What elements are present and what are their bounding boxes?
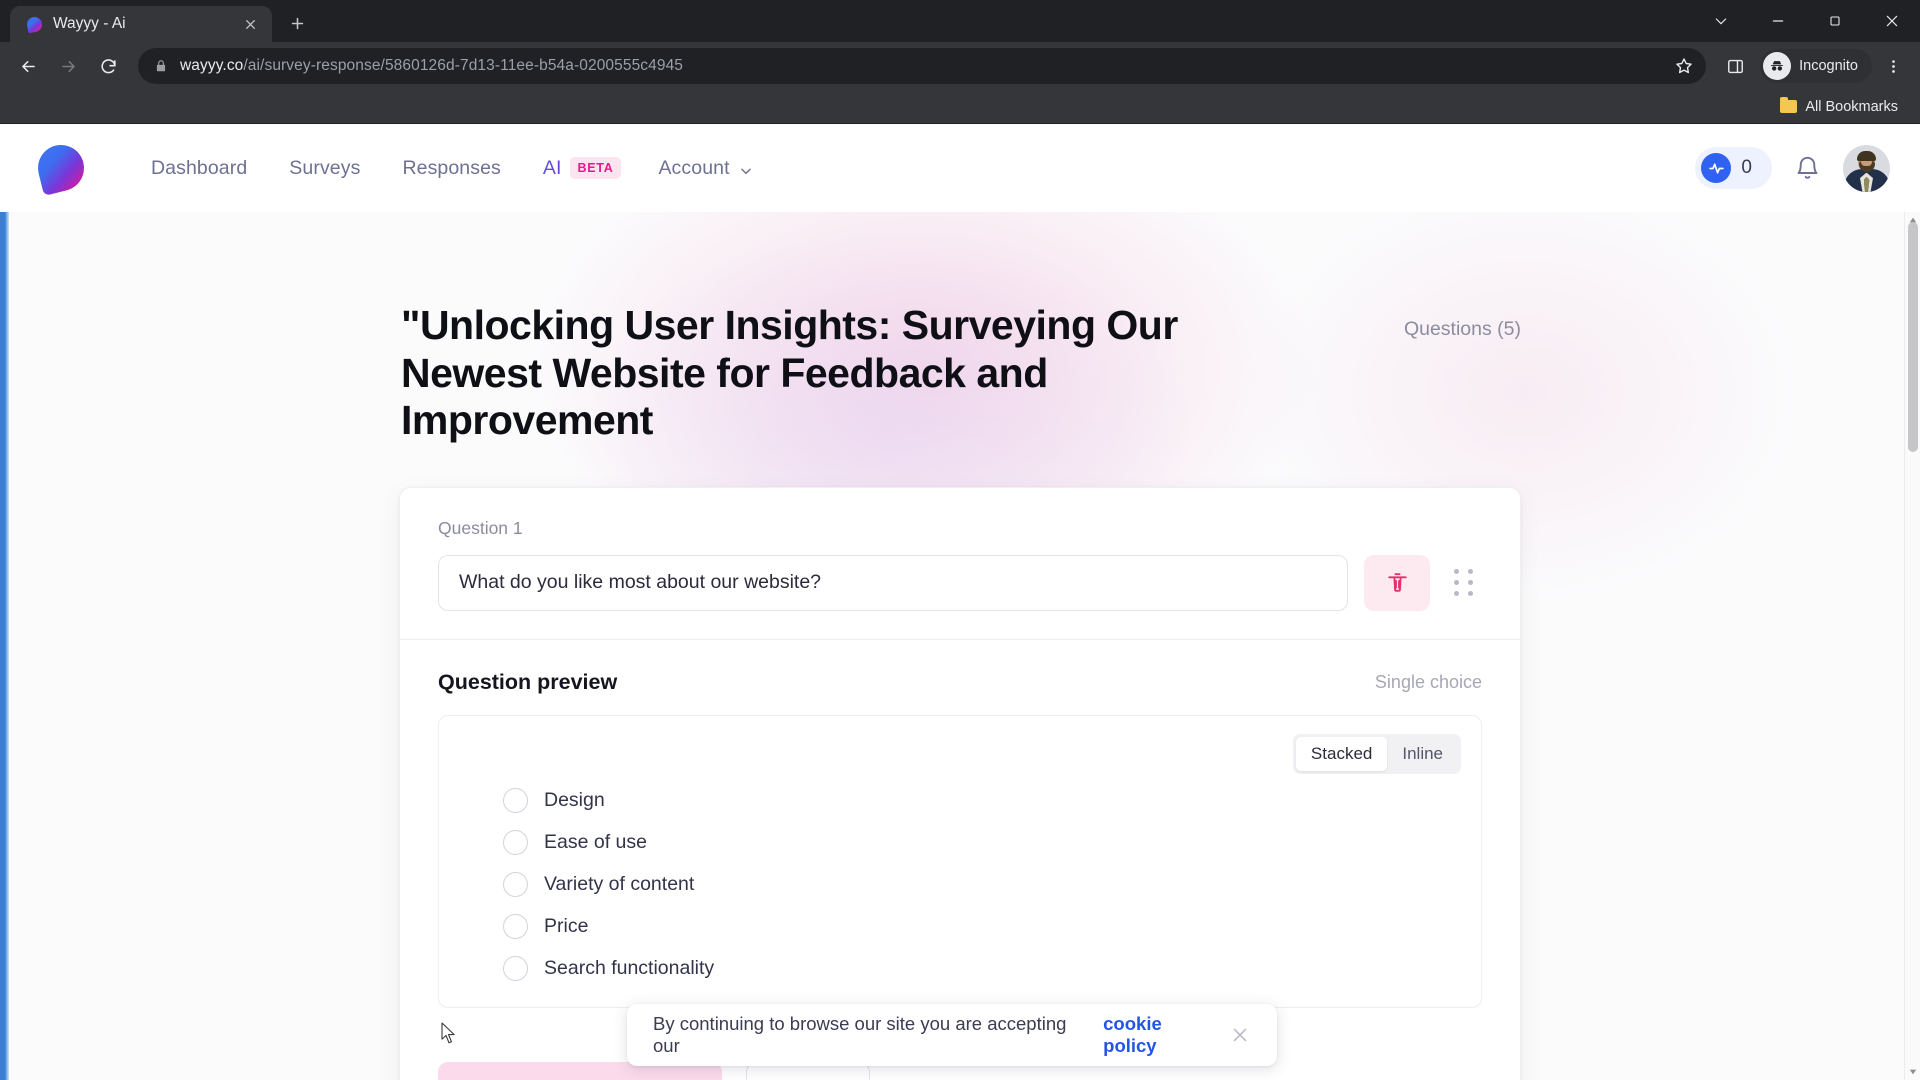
incognito-icon <box>1763 52 1792 80</box>
credits-badge[interactable]: 0 <box>1695 147 1772 189</box>
browser-tab[interactable]: Wayyy - Ai <box>10 6 272 42</box>
radio-icon[interactable] <box>503 871 528 897</box>
nav-item-surveys[interactable]: Surveys <box>268 157 381 180</box>
kebab-menu-icon[interactable] <box>1876 49 1910 83</box>
radio-icon[interactable] <box>503 913 528 939</box>
drag-grip-icon[interactable] <box>1446 555 1482 611</box>
url-path: /ai/survey-response/5860126d-7d13-11ee-b… <box>243 57 684 74</box>
preview-box: Stacked Inline Design Ease of use Variet… <box>438 714 1482 1008</box>
option-row[interactable]: Design <box>463 787 1457 813</box>
question-edit-section: Question 1 What do you like most about o… <box>400 488 1520 639</box>
option-label: Design <box>544 788 605 811</box>
nav-item-account-label: Account <box>658 156 730 179</box>
nav-item-dashboard[interactable]: Dashboard <box>130 157 268 180</box>
nav-item-responses[interactable]: Responses <box>381 157 521 180</box>
question-card: Question 1 What do you like most about o… <box>399 486 1521 1080</box>
url-domain: wayyy.co <box>180 57 244 74</box>
question-text-input[interactable]: What do you like most about our website? <box>438 554 1348 611</box>
preview-header: Question preview Single choice <box>438 670 1482 695</box>
nav-item-account[interactable]: Account <box>637 157 773 180</box>
lock-icon <box>154 59 168 73</box>
option-label: Ease of use <box>544 830 647 853</box>
reload-icon[interactable] <box>90 48 126 84</box>
nav-links: Dashboard Surveys Responses AI BETA Acco… <box>130 157 774 180</box>
layout-toggle-stacked[interactable]: Stacked <box>1295 736 1388 771</box>
maximize-icon[interactable] <box>1806 0 1863 42</box>
beta-badge: BETA <box>569 157 622 179</box>
window-controls <box>1692 0 1920 42</box>
tab-strip: Wayyy - Ai <box>0 0 1920 42</box>
option-label: Price <box>544 914 589 937</box>
notification-bell-icon[interactable] <box>1794 155 1821 182</box>
back-arrow-icon[interactable] <box>10 48 46 84</box>
page-content: "Unlocking User Insights: Surveying Our … <box>0 212 1920 1080</box>
left-accent-strip <box>0 212 9 1080</box>
page-viewport: Dashboard Surveys Responses AI BETA Acco… <box>0 124 1920 1080</box>
radio-icon[interactable] <box>503 787 528 813</box>
address-bar[interactable]: wayyy.co/ai/survey-response/5860126d-7d1… <box>138 48 1707 84</box>
url-text: wayyy.co/ai/survey-response/5860126d-7d1… <box>180 57 1662 75</box>
layout-toggle: Stacked Inline <box>1292 733 1461 774</box>
preview-title: Question preview <box>438 669 618 694</box>
chevron-down-icon[interactable] <box>1692 0 1749 42</box>
trash-icon[interactable] <box>1364 554 1430 611</box>
close-icon[interactable] <box>1229 1024 1251 1046</box>
question-type-label: Single choice <box>1374 671 1482 692</box>
option-row[interactable]: Price <box>463 913 1457 939</box>
browser-window: Wayyy - Ai wayyy.co/ai/survey-response/5… <box>0 0 1920 1080</box>
activity-pulse-icon <box>1701 153 1732 183</box>
side-panel-icon[interactable] <box>1718 49 1752 83</box>
wayyy-droplet-icon <box>25 15 44 33</box>
forward-arrow-icon <box>50 48 86 84</box>
question-preview-section: Question preview Single choice Stacked I… <box>400 640 1520 1036</box>
radio-icon[interactable] <box>503 955 528 981</box>
bookmarks-bar: All Bookmarks <box>0 90 1920 124</box>
chevron-down-icon <box>739 161 753 175</box>
scrollbar-thumb[interactable] <box>1908 222 1918 452</box>
cookie-policy-link[interactable]: cookie policy <box>1103 1013 1219 1057</box>
radio-icon[interactable] <box>503 829 528 855</box>
title-row: "Unlocking User Insights: Surveying Our … <box>399 302 1521 445</box>
scroll-down-arrow-icon[interactable] <box>1905 1064 1920 1080</box>
questions-count: Questions (5) <box>1403 318 1521 340</box>
page-title: "Unlocking User Insights: Surveying Our … <box>401 302 1178 444</box>
avatar[interactable] <box>1843 144 1890 192</box>
nav-item-ai[interactable]: AI <box>522 157 570 180</box>
cookie-text: By continuing to browse our site you are… <box>653 1013 1067 1056</box>
option-label: Variety of content <box>544 872 695 895</box>
browser-toolbar: wayyy.co/ai/survey-response/5860126d-7d1… <box>0 42 1920 90</box>
question-row: What do you like most about our website? <box>438 554 1482 611</box>
close-tab-icon[interactable] <box>238 12 262 36</box>
new-tab-icon[interactable] <box>280 6 314 40</box>
scroll-area: "Unlocking User Insights: Surveying Our … <box>0 212 1920 1080</box>
nav-right-actions: 0 <box>1695 144 1890 192</box>
bookmark-folder-icon <box>1780 97 1798 113</box>
close-window-icon[interactable] <box>1863 0 1920 42</box>
option-row[interactable]: Variety of content <box>463 871 1457 897</box>
options-list: Design Ease of use Variety of content Pr… <box>463 787 1457 981</box>
app-navbar: Dashboard Surveys Responses AI BETA Acco… <box>0 124 1920 212</box>
wayyy-logo-icon[interactable] <box>33 140 89 196</box>
credits-value: 0 <box>1741 157 1752 178</box>
option-label: Search functionality <box>544 956 715 979</box>
content-container: "Unlocking User Insights: Surveying Our … <box>399 212 1521 1080</box>
cookie-banner: By continuing to browse our site you are… <box>627 1004 1277 1066</box>
tab-title: Wayyy - Ai <box>53 15 126 32</box>
mouse-cursor <box>441 1022 456 1049</box>
profile-label: Incognito <box>1799 58 1858 74</box>
all-bookmarks-label[interactable]: All Bookmarks <box>1805 99 1898 115</box>
page-scrollbar[interactable] <box>1904 212 1920 1080</box>
option-row[interactable]: Ease of use <box>463 829 1457 855</box>
option-row[interactable]: Search functionality <box>463 955 1457 981</box>
bookmark-star-icon[interactable] <box>1674 56 1694 76</box>
profile-incognito-button[interactable]: Incognito <box>1760 49 1872 83</box>
question-number-label: Question 1 <box>438 517 523 538</box>
minimize-icon[interactable] <box>1749 0 1806 42</box>
layout-toggle-inline[interactable]: Inline <box>1387 737 1458 771</box>
